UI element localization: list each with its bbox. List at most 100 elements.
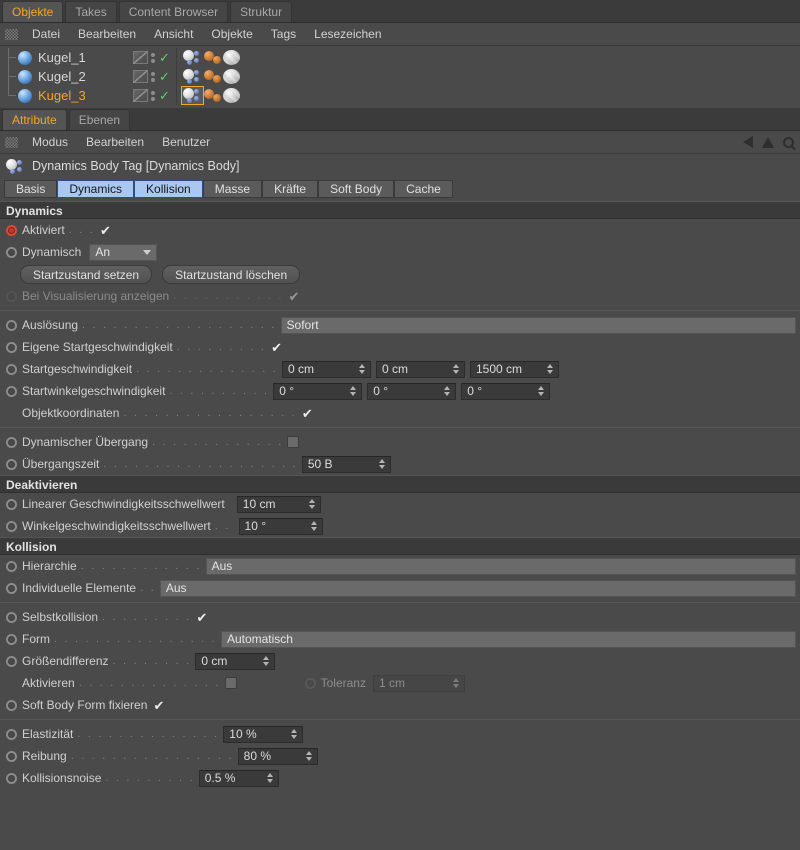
- menu-objekte[interactable]: Objekte: [202, 23, 261, 46]
- visibility-dots-icon[interactable]: [148, 91, 157, 101]
- grip-icon[interactable]: [5, 29, 18, 40]
- animate-bullet-icon[interactable]: [6, 225, 17, 236]
- material-tag-icon[interactable]: [223, 88, 240, 103]
- enabled-check-icon[interactable]: ✓: [159, 70, 170, 83]
- animate-bullet-icon[interactable]: [6, 561, 17, 572]
- animate-bullet-icon[interactable]: [6, 773, 17, 784]
- input-uebergangszeit[interactable]: 50 B: [302, 456, 391, 473]
- field-kollisionsnoise[interactable]: Kollisionsnoise . . . . . . . . . 0.5 %: [0, 767, 800, 789]
- stepper-arrows-icon[interactable]: [304, 751, 317, 761]
- animate-bullet-icon[interactable]: [6, 342, 17, 353]
- tab-struktur[interactable]: Struktur: [230, 1, 292, 22]
- menu-benutzer[interactable]: Benutzer: [153, 131, 219, 154]
- stepper-arrows-icon[interactable]: [261, 656, 274, 666]
- field-dynamisch[interactable]: Dynamisch An: [0, 241, 800, 263]
- input-startgeschwindigkeit-z[interactable]: 1500 cm: [470, 361, 559, 378]
- animate-bullet-icon[interactable]: [6, 612, 17, 623]
- menu-bearbeiten[interactable]: Bearbeiten: [69, 23, 145, 46]
- field-groessendifferenz[interactable]: Größendifferenz . . . . . . . . 0 cm: [0, 650, 800, 672]
- field-soft-body-form-fixieren[interactable]: Soft Body Form fixieren ✔: [0, 694, 800, 716]
- stepper-arrows-icon[interactable]: [357, 364, 370, 374]
- field-objektkoordinaten[interactable]: Objektkoordinaten . . . . . . . . . . . …: [0, 402, 800, 424]
- object-name[interactable]: Kugel_2: [38, 69, 86, 84]
- animate-bullet-icon[interactable]: [6, 751, 17, 762]
- checkbox-soft-body-form-fixieren[interactable]: ✔: [152, 699, 165, 712]
- animate-bullet-icon[interactable]: [6, 386, 17, 397]
- list-item[interactable]: Kugel_1 ✓: [0, 48, 800, 67]
- checkbox-aktiviert[interactable]: ✔: [99, 224, 112, 237]
- animate-bullet-icon[interactable]: [6, 729, 17, 740]
- display-toggle-icon[interactable]: [133, 70, 148, 83]
- animate-bullet-icon[interactable]: [6, 583, 17, 594]
- tab-ebenen[interactable]: Ebenen: [69, 109, 130, 130]
- field-winkelgeschwindigkeitsschwellwert[interactable]: Winkelgeschwindigkeitsschwellwert . . 10…: [0, 515, 800, 537]
- tab-takes[interactable]: Takes: [65, 1, 116, 22]
- stepper-arrows-icon[interactable]: [289, 729, 302, 739]
- stepper-arrows-icon[interactable]: [309, 521, 322, 531]
- material-tag-icon[interactable]: [223, 69, 240, 84]
- stepper-arrows-icon[interactable]: [545, 364, 558, 374]
- checkbox-objektkoordinaten[interactable]: ✔: [301, 407, 314, 420]
- visibility-dots-icon[interactable]: [148, 72, 157, 82]
- field-form[interactable]: Form . . . . . . . . . . . . . . . . Aut…: [0, 628, 800, 650]
- enabled-check-icon[interactable]: ✓: [159, 51, 170, 64]
- menu-lesezeichen[interactable]: Lesezeichen: [305, 23, 390, 46]
- dropdown-individuelle-elemente[interactable]: Aus: [160, 580, 796, 597]
- up-arrow-icon[interactable]: [762, 137, 774, 148]
- stepper-arrows-icon[interactable]: [265, 773, 278, 783]
- object-name[interactable]: Kugel_1: [38, 50, 86, 65]
- animate-bullet-icon[interactable]: [6, 437, 17, 448]
- animate-bullet-icon[interactable]: [6, 459, 17, 470]
- object-name[interactable]: Kugel_3: [38, 88, 86, 103]
- animate-bullet-icon[interactable]: [6, 364, 17, 375]
- animate-bullet-icon[interactable]: [6, 656, 17, 667]
- material-tag-icon[interactable]: [223, 50, 240, 65]
- visibility-dots-icon[interactable]: [148, 53, 157, 63]
- field-selbstkollision[interactable]: Selbstkollision . . . . . . . . . ✔: [0, 606, 800, 628]
- field-reibung[interactable]: Reibung . . . . . . . . . . . . . . . . …: [0, 745, 800, 767]
- checkbox-aktivieren[interactable]: [225, 677, 237, 689]
- tab-cache[interactable]: Cache: [394, 180, 453, 198]
- menu-bearbeiten[interactable]: Bearbeiten: [77, 131, 153, 154]
- tab-basis[interactable]: Basis: [4, 180, 57, 198]
- collider-tag-icon[interactable]: [204, 69, 223, 84]
- checkbox-selbstkollision[interactable]: ✔: [195, 611, 208, 624]
- search-icon[interactable]: [783, 137, 794, 148]
- menu-ansicht[interactable]: Ansicht: [145, 23, 202, 46]
- tab-kraefte[interactable]: Kräfte: [262, 180, 318, 198]
- dynamics-tag[interactable]: [181, 67, 204, 86]
- tab-soft-body[interactable]: Soft Body: [318, 180, 394, 198]
- field-aktiviert[interactable]: Aktiviert . . . ✔: [0, 219, 800, 241]
- input-winkel-schwellwert[interactable]: 10 °: [239, 518, 323, 535]
- input-startwinkelgeschwindigkeit-b[interactable]: 0 °: [461, 383, 550, 400]
- clear-initial-state-button[interactable]: Startzustand löschen: [162, 265, 300, 284]
- collider-tag-icon[interactable]: [204, 88, 223, 103]
- list-item[interactable]: Kugel_2 ✓: [0, 67, 800, 86]
- input-startgeschwindigkeit-y[interactable]: 0 cm: [376, 361, 465, 378]
- field-startwinkelgeschwindigkeit[interactable]: Startwinkelgeschwindigkeit . . . . . . .…: [0, 380, 800, 402]
- dropdown-dynamisch[interactable]: An: [89, 244, 157, 261]
- display-toggle-icon[interactable]: [133, 51, 148, 64]
- animate-bullet-icon[interactable]: [6, 634, 17, 645]
- input-startwinkelgeschwindigkeit-h[interactable]: 0 °: [273, 383, 362, 400]
- field-uebergangszeit[interactable]: Übergangszeit . . . . . . . . . . . . . …: [0, 453, 800, 475]
- checkbox-dynamischer-uebergang[interactable]: [287, 436, 299, 448]
- animate-bullet-icon[interactable]: [6, 320, 17, 331]
- stepper-arrows-icon[interactable]: [377, 459, 390, 469]
- tab-kollision[interactable]: Kollision: [134, 180, 203, 198]
- field-elastizitaet[interactable]: Elastizität . . . . . . . . . . . . . . …: [0, 723, 800, 745]
- tab-attribute[interactable]: Attribute: [2, 109, 67, 130]
- display-toggle-icon[interactable]: [133, 89, 148, 102]
- input-groessendifferenz[interactable]: 0 cm: [195, 653, 275, 670]
- field-linearer-geschwindigkeitsschwellwert[interactable]: Linearer Geschwindigkeitsschwellwert 10 …: [0, 493, 800, 515]
- field-ausloesung[interactable]: Auslösung . . . . . . . . . . . . . . . …: [0, 314, 800, 336]
- stepper-arrows-icon[interactable]: [348, 386, 361, 396]
- tab-content-browser[interactable]: Content Browser: [119, 1, 228, 22]
- field-individuelle-elemente[interactable]: Individuelle Elemente . . Aus: [0, 577, 800, 599]
- animate-bullet-icon[interactable]: [6, 499, 17, 510]
- input-linearer-schwellwert[interactable]: 10 cm: [237, 496, 321, 513]
- dynamics-tag-selected[interactable]: [181, 86, 204, 105]
- animate-bullet-icon[interactable]: [6, 521, 17, 532]
- field-startgeschwindigkeit[interactable]: Startgeschwindigkeit . . . . . . . . . .…: [0, 358, 800, 380]
- grip-icon[interactable]: [5, 137, 18, 148]
